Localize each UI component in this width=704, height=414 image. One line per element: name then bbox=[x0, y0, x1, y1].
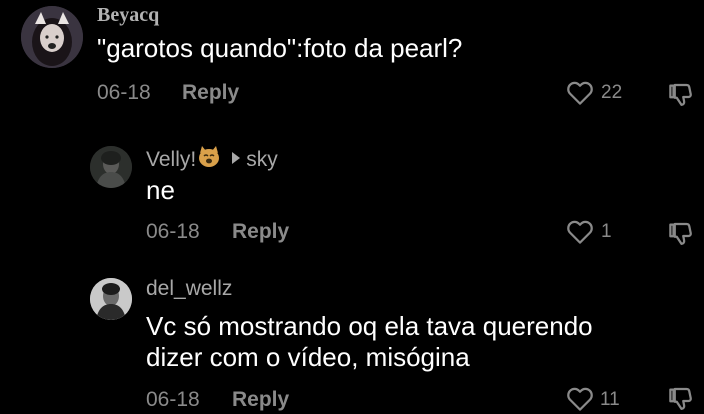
avatar[interactable] bbox=[90, 146, 132, 188]
avatar[interactable] bbox=[21, 6, 83, 68]
avatar[interactable] bbox=[90, 278, 132, 320]
dislike-icon[interactable] bbox=[666, 219, 696, 249]
like-count: 22 bbox=[601, 82, 623, 103]
like-count: 11 bbox=[600, 389, 620, 410]
comment-date: 06-18 bbox=[146, 220, 200, 243]
comment-text: ne bbox=[146, 175, 175, 205]
reply-button[interactable]: Reply bbox=[182, 81, 239, 105]
cat-emoji-icon bbox=[196, 144, 222, 174]
comment-text-line: dizer com o vídeo, misógina bbox=[146, 342, 470, 372]
comment-item: Beyacq "garotos quando":foto da pearl? 0… bbox=[0, 0, 704, 120]
heart-outline-icon[interactable] bbox=[565, 78, 595, 108]
username[interactable]: Velly! sky bbox=[146, 144, 278, 174]
comment-text: "garotos quando":foto da pearl? bbox=[97, 33, 463, 63]
heart-outline-icon[interactable] bbox=[565, 217, 595, 247]
comment-date: 06-18 bbox=[97, 81, 151, 104]
reply-to-username[interactable]: sky bbox=[246, 148, 278, 171]
reply-button[interactable]: Reply bbox=[232, 388, 289, 412]
dislike-icon[interactable] bbox=[666, 384, 696, 414]
comment-reply-item: Velly! sky ne 06-18 Reply 1 bbox=[0, 138, 704, 258]
comment-reply-item: del_wellz Vc só mostrando oq ela tava qu… bbox=[0, 270, 704, 413]
heart-outline-icon[interactable] bbox=[565, 384, 595, 414]
username[interactable]: Beyacq bbox=[97, 4, 159, 27]
username-text[interactable]: Velly! bbox=[146, 148, 196, 171]
comment-date: 06-18 bbox=[146, 388, 200, 411]
reply-button[interactable]: Reply bbox=[232, 220, 289, 244]
reply-arrow-icon bbox=[232, 152, 241, 164]
comment-text-line: Vc só mostrando oq ela tava querendo bbox=[146, 311, 593, 341]
username[interactable]: del_wellz bbox=[146, 277, 232, 301]
dislike-icon[interactable] bbox=[666, 80, 696, 110]
like-count: 1 bbox=[601, 221, 612, 242]
